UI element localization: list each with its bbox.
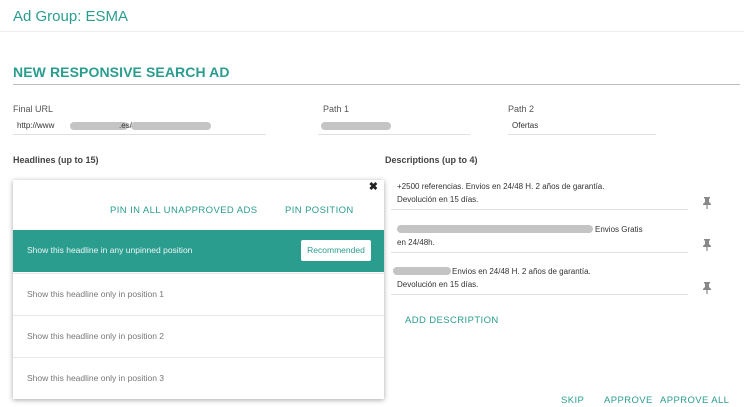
redacted-path1 — [321, 122, 391, 130]
description-underline — [391, 294, 688, 295]
descriptions-heading: Descriptions (up to 4) — [385, 155, 478, 165]
description-line: Devolución en 15 días. — [397, 195, 479, 204]
path2-value: Ofertas — [512, 121, 539, 130]
approve-button[interactable]: APPROVE — [604, 395, 653, 406]
description-item-2[interactable]: Envios Gratis en 24/48h. — [391, 221, 688, 251]
pin-option-position-3[interactable]: Show this headline only in position 3 — [13, 357, 384, 399]
description-underline — [391, 252, 688, 253]
description-item-1[interactable]: +2500 referencias. Envios en 24/48 H. 2 … — [391, 178, 688, 208]
pin-option-any-position[interactable]: Show this headline in any unpinned posit… — [13, 230, 384, 272]
close-icon[interactable]: ✖ — [369, 180, 378, 193]
pin-option-label: Show this headline only in position 1 — [27, 289, 165, 299]
pin-icon[interactable] — [702, 197, 712, 209]
path1-underline — [318, 134, 470, 135]
final-url-mid: .es/ — [119, 121, 132, 130]
description-line: Envios en 24/48 H. 2 años de garantía. — [452, 267, 591, 276]
page-title: NEW RESPONSIVE SEARCH AD — [13, 64, 230, 80]
final-url-field[interactable]: http://www .es/ — [13, 118, 266, 134]
description-line: +2500 referencias. Envios en 24/48 H. 2 … — [397, 182, 605, 191]
section-divider — [13, 84, 740, 85]
headlines-heading: Headlines (up to 15) — [13, 155, 99, 165]
description-line: Devolución en 15 días. — [397, 280, 479, 289]
path2-field[interactable]: Ofertas — [508, 118, 656, 134]
recommended-badge[interactable]: Recommended — [301, 240, 371, 261]
final-url-label: Final URL — [13, 104, 54, 114]
pin-option-label: Show this headline in any unpinned posit… — [27, 245, 193, 255]
path1-label: Path 1 — [323, 104, 350, 114]
path2-underline — [508, 134, 656, 135]
approve-all-ads-button[interactable]: APPROVE ALL ADS — [660, 395, 744, 407]
ad-group-title: Ad Group: ESMA — [13, 8, 129, 25]
pin-icon[interactable] — [702, 239, 712, 251]
pin-option-label: Show this headline only in position 3 — [27, 373, 165, 383]
pin-all-unapproved-button[interactable]: PIN IN ALL UNAPPROVED ADS — [110, 205, 257, 216]
pin-position-button[interactable]: PIN POSITION — [285, 205, 354, 216]
redacted-description-text — [397, 225, 593, 233]
description-item-3[interactable]: Envios en 24/48 H. 2 años de garantía. D… — [391, 263, 688, 293]
pin-option-label: Show this headline only in position 2 — [27, 331, 165, 341]
description-line: Envios Gratis — [595, 225, 643, 234]
pin-popup: ✖ PIN IN ALL UNAPPROVED ADS PIN POSITION… — [13, 180, 384, 399]
description-line: en 24/48h. — [397, 238, 435, 247]
top-bar: Ad Group: ESMA — [0, 0, 744, 32]
description-underline — [391, 209, 688, 210]
path1-field[interactable] — [318, 118, 470, 134]
pin-icon[interactable] — [702, 282, 712, 294]
pin-option-position-1[interactable]: Show this headline only in position 1 — [13, 273, 384, 315]
add-description-button[interactable]: ADD DESCRIPTION — [405, 315, 499, 326]
final-url-prefix: http://www — [17, 121, 55, 130]
redacted-description-text — [393, 267, 451, 275]
skip-button[interactable]: SKIP — [561, 395, 584, 406]
path2-label: Path 2 — [508, 104, 535, 114]
redacted-url-path — [131, 122, 211, 130]
final-url-underline — [13, 134, 266, 135]
pin-option-position-2[interactable]: Show this headline only in position 2 — [13, 315, 384, 357]
